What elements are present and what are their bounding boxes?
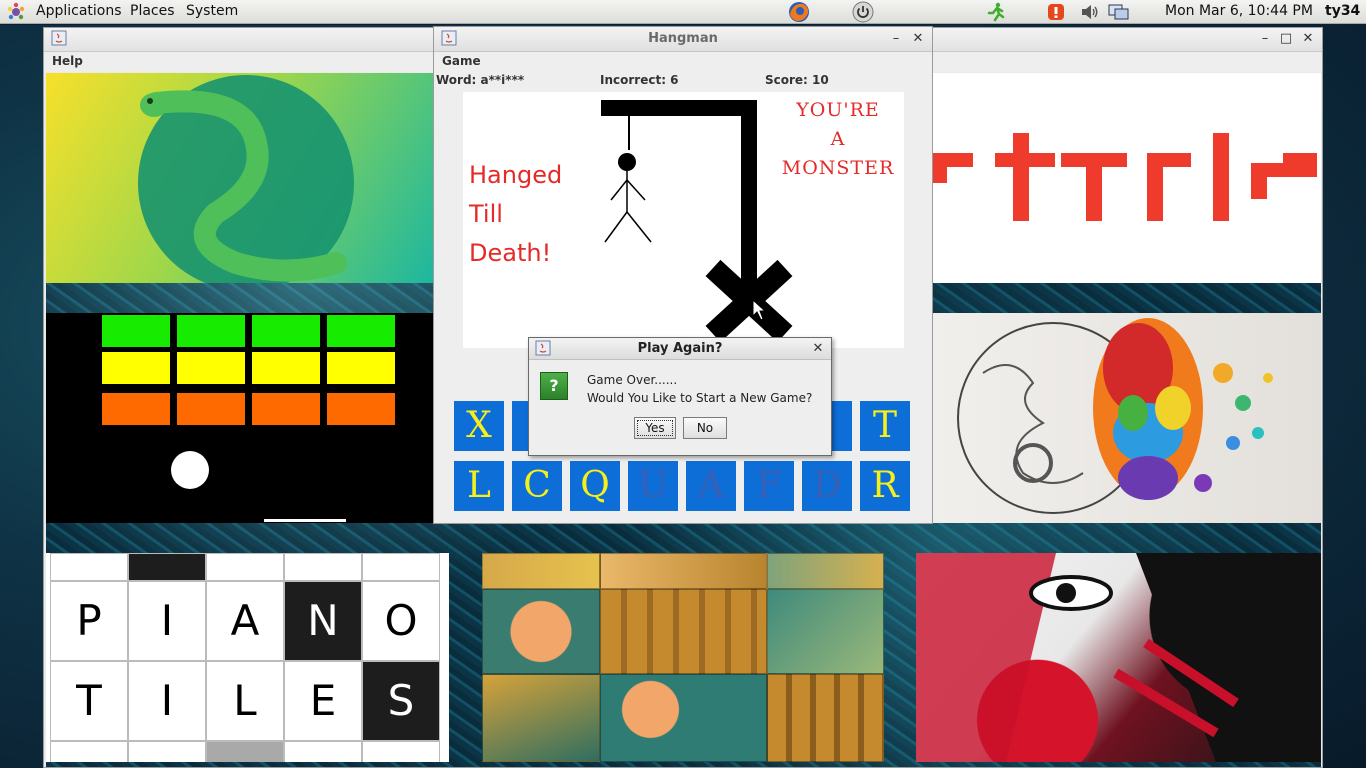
user-name[interactable]: ty34 [1325,3,1360,19]
tetris-game-tile[interactable] [933,73,1321,283]
system-menu[interactable]: System [186,3,238,19]
minimize-icon[interactable]: – [1256,30,1274,48]
top-panel: Applications Places System Mon Mar 6, 10… [0,0,1366,24]
dialog-message-2: Would You Like to Start a New Game? [587,391,813,405]
word-status: Word: a**i*** [436,73,525,87]
window-title: Hangman [648,31,718,46]
volume-icon[interactable] [1079,2,1099,22]
close-icon[interactable]: ✕ [809,340,827,358]
firefox-icon[interactable] [787,1,811,23]
anime-art-tile[interactable] [916,553,1321,762]
hangman-drawing: Hanged Till Death! YOU'RE A MONSTER [463,92,904,348]
alert-icon[interactable] [1046,2,1066,22]
monster-message: YOU'RE A MONSTER [781,99,895,179]
hangman-menubar: Game [434,52,932,72]
piano-letter: T [50,661,128,741]
no-button[interactable]: No [683,417,727,439]
piano-letter: I [128,661,206,741]
incorrect-count: Incorrect: 6 [600,73,679,87]
tetris-logo [933,133,1321,223]
close-icon[interactable]: ✕ [1299,30,1317,48]
question-icon: ? [540,372,568,400]
java-icon [50,30,68,48]
applications-menu[interactable]: Applications [36,3,122,19]
piano-letter: S [362,661,440,741]
letter-key[interactable]: X [454,401,504,451]
piano-letter: P [50,581,128,661]
dialog-message-1: Game Over...... [587,373,678,387]
brain-art-tile[interactable] [933,313,1321,523]
minimize-icon[interactable]: – [887,30,905,48]
clock[interactable]: Mon Mar 6, 10:44 PM [1165,3,1313,19]
piano-tiles-game-tile[interactable]: P I A N O T I L E S [46,553,449,762]
running-man-icon[interactable] [986,2,1006,22]
play-again-dialog: Play Again? ✕ ? Game Over...... Would Yo… [528,337,832,456]
letter-key[interactable]: D [802,461,852,511]
breakout-game-tile[interactable] [46,313,434,523]
dialog-titlebar[interactable]: Play Again? ✕ [529,338,831,360]
gnome-foot-icon[interactable] [6,2,26,22]
snake-game-tile[interactable] [46,73,434,283]
help-menu[interactable]: Help [52,54,83,68]
letter-key[interactable]: Q [570,461,620,511]
piano-letter: I [128,581,206,661]
letter-key[interactable]: F [744,461,794,511]
letter-key[interactable]: R [860,461,910,511]
piano-letter: L [206,661,284,741]
letter-key[interactable]: A [686,461,736,511]
letter-key[interactable]: C [512,461,562,511]
dialog-title: Play Again? [637,341,723,356]
power-icon[interactable] [852,1,874,23]
piano-letter: E [284,661,362,741]
piano-letter: A [206,581,284,661]
letter-key[interactable]: T [860,401,910,451]
places-menu[interactable]: Places [130,3,175,19]
letter-key[interactable]: L [454,461,504,511]
close-icon[interactable]: ✕ [909,30,927,48]
score-display: Score: 10 [765,73,829,87]
piano-letter: N [284,581,362,661]
letter-key[interactable]: U [628,461,678,511]
yes-button[interactable]: Yes [634,417,676,439]
network-icon[interactable] [1108,2,1129,22]
piano-letter: O [362,581,440,661]
maximize-icon[interactable]: □ [1277,30,1295,48]
game-menu[interactable]: Game [442,54,481,68]
hangman-titlebar[interactable]: Hangman – ✕ [434,27,932,52]
lotus-puzzle-tile[interactable] [482,553,884,762]
